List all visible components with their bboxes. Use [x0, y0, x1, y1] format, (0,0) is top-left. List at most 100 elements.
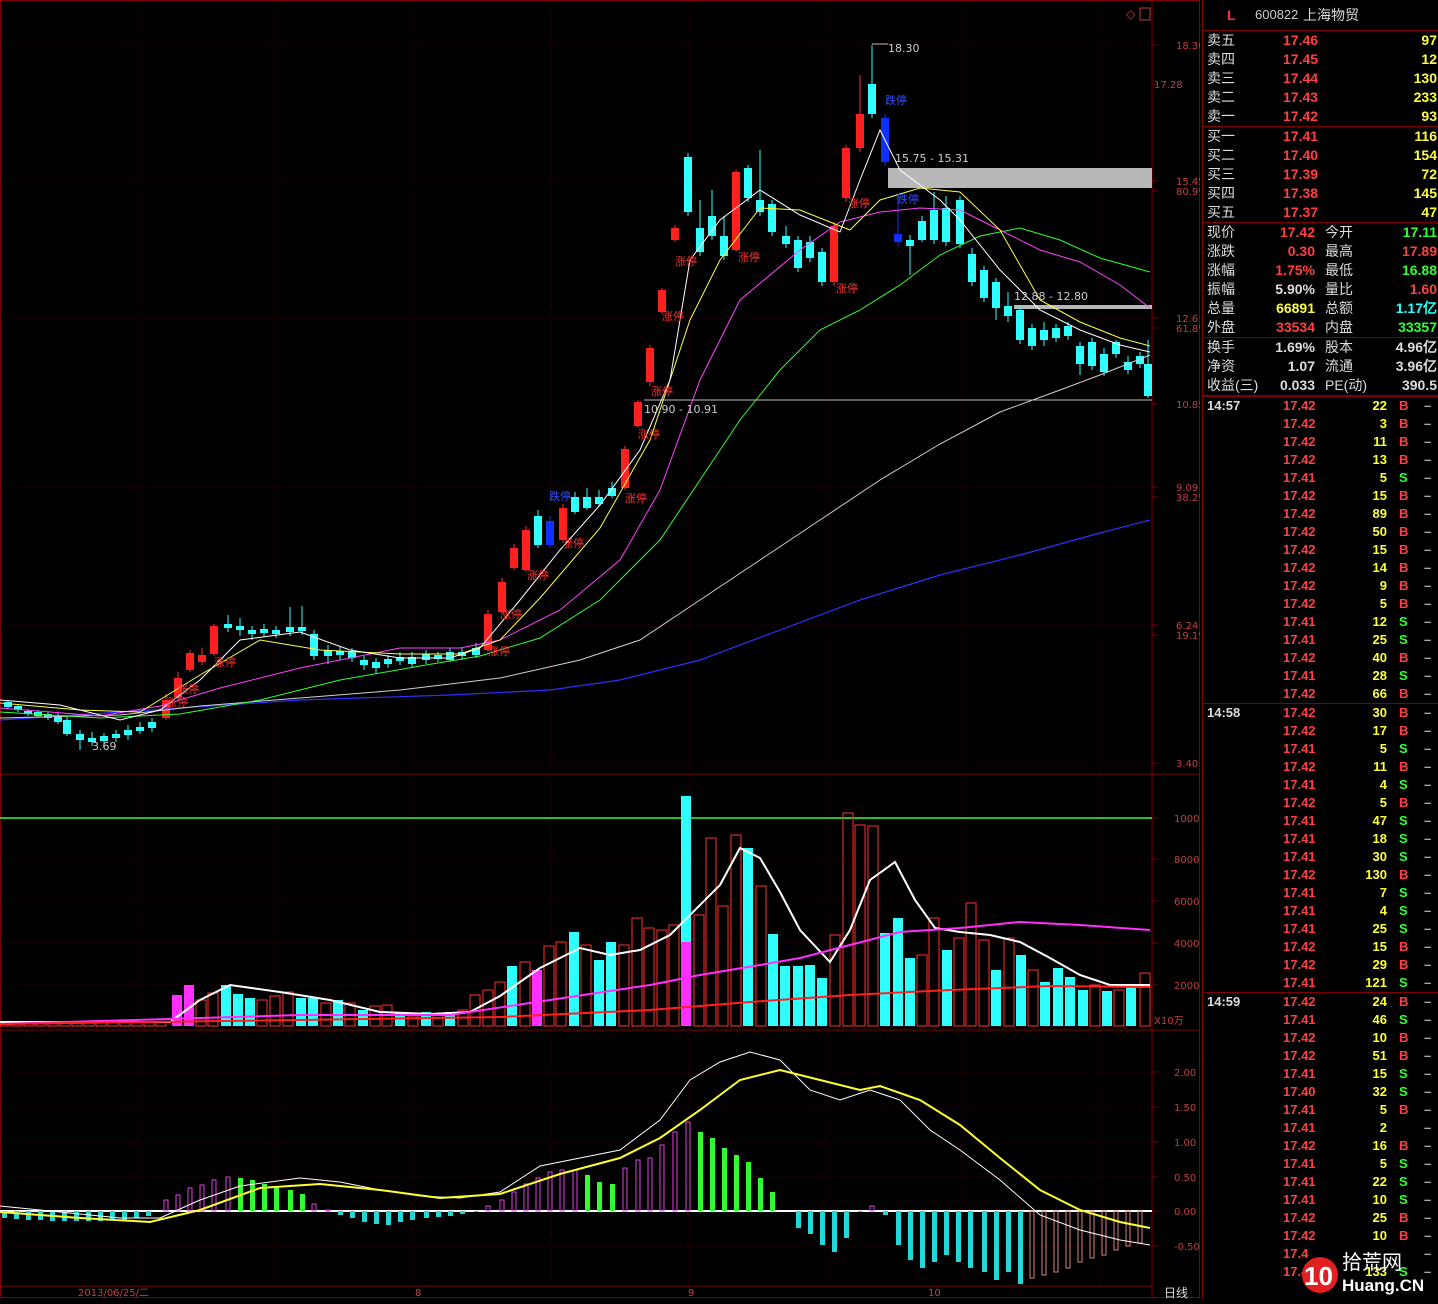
stock-name[interactable]: 上海物贸	[1303, 0, 1359, 30]
tick-dash: –	[1424, 560, 1432, 575]
stat-value-2: 1.17亿	[1395, 300, 1437, 316]
tick-row: 17.41 22 S –	[1203, 1173, 1438, 1191]
month-label: 10	[928, 1288, 941, 1299]
tick-side: B	[1399, 867, 1409, 882]
tick-price: 17.42	[1283, 416, 1316, 431]
tick-price: 17.41	[1283, 1156, 1316, 1171]
candle-body	[1052, 328, 1060, 338]
sell-price: 17.46	[1283, 32, 1319, 48]
tick-price: 17.42	[1283, 1030, 1316, 1045]
tick-row: 17.41 5 S –	[1203, 740, 1438, 758]
logo-text-en: Huang.CN	[1342, 1276, 1424, 1295]
macd-bar	[448, 1211, 453, 1216]
sell-row: 卖四 17.45 12	[1203, 50, 1438, 69]
candle-body	[634, 402, 642, 426]
kline-chart-area[interactable]: 18.3017.2815.4580.9%12.6161.8%10.859.093…	[0, 0, 1200, 1299]
sell-volume: 93	[1421, 108, 1437, 124]
tick-row: 17.41 5 B –	[1203, 1101, 1438, 1119]
stat-label-2: 最高	[1325, 243, 1353, 259]
macd-bar	[758, 1178, 763, 1211]
tick-list[interactable]: 14:57 17.42 22 B –17.42 3 B –17.42 11 B –17.42 13 B –…	[1203, 396, 1438, 1281]
stats-section: 现价 17.42 今开 17.11 涨跌 0.30 最高 17.89 涨幅 1.75% 最低 16.8…	[1203, 223, 1438, 338]
tick-volume: 28	[1372, 668, 1387, 683]
tick-row: 17.42 15 B –	[1203, 541, 1438, 559]
tick-row: 17.42 15 B –	[1203, 487, 1438, 505]
stat-label: 换手	[1207, 339, 1235, 355]
tick-volume: 13	[1372, 452, 1387, 467]
tick-volume: 89	[1372, 506, 1387, 521]
candle-body	[782, 236, 790, 244]
tick-row: 17.41 25 S –	[1203, 920, 1438, 938]
stat-value: 33534	[1276, 319, 1315, 335]
candle-body	[422, 654, 430, 660]
watermark-logo: 10 拾荒网 Huang.CN	[1298, 1245, 1438, 1299]
chart-annotation: 涨停	[738, 250, 760, 264]
stock-chart[interactable]: 18.3017.2815.4580.9%12.6161.8%10.859.093…	[0, 0, 1200, 1299]
volume-bar	[494, 981, 506, 1027]
volume-bar	[308, 998, 318, 1026]
volume-bar	[978, 939, 990, 1027]
candle-body	[76, 734, 84, 740]
stat-row: 外盘 33534 内盘 33357	[1203, 318, 1438, 337]
candle-body	[1040, 330, 1048, 340]
tick-volume: 9	[1379, 578, 1387, 593]
macd-bar	[796, 1211, 801, 1228]
tick-volume: 10	[1372, 1228, 1387, 1243]
tick-volume: 32	[1372, 1084, 1387, 1099]
stat-label-2: PE(动)	[1325, 377, 1367, 393]
buy-volume: 72	[1421, 166, 1437, 182]
macd-bar	[896, 1211, 901, 1245]
tick-dash: –	[1424, 921, 1432, 936]
tick-volume: 25	[1372, 1210, 1387, 1225]
tick-price: 17.41	[1283, 1120, 1316, 1135]
tick-side: B	[1399, 434, 1409, 449]
tick-volume: 25	[1372, 921, 1387, 936]
buy-row: 买三 17.39 72	[1203, 165, 1438, 184]
tick-price: 17.42	[1283, 795, 1316, 810]
stock-code[interactable]: 600822	[1255, 0, 1298, 30]
tick-dash: –	[1424, 975, 1432, 990]
tick-row: 17.42 130 B –	[1203, 866, 1438, 884]
stat-label-2: 今开	[1325, 224, 1353, 240]
macd-bar	[585, 1175, 590, 1211]
stat-row: 振幅 5.90% 量比 1.60	[1203, 280, 1438, 299]
macd-bar	[288, 1190, 293, 1211]
macd-bar	[74, 1211, 79, 1221]
buy-row: 买四 17.38 145	[1203, 184, 1438, 203]
tick-row: 17.42 51 B –	[1203, 1047, 1438, 1065]
chart-annotation: 跌停	[549, 489, 571, 503]
tick-side: S	[1399, 849, 1408, 864]
tick-price: 17.41	[1283, 849, 1316, 864]
buy-level-label: 买五	[1207, 204, 1235, 220]
macd-bar	[386, 1211, 391, 1225]
candle-body	[1100, 354, 1108, 372]
volume-bar	[1113, 989, 1125, 1027]
buy-row: 买一 17.41 116	[1203, 127, 1438, 146]
macd-bar	[535, 1177, 541, 1212]
macd-bar	[559, 1169, 565, 1212]
stat-row: 净资 1.07 流通 3.96亿	[1203, 357, 1438, 376]
stat-row: 收益(三) 0.033 PE(动) 390.5	[1203, 376, 1438, 395]
candle-body	[720, 236, 728, 256]
chart-annotation: 涨停	[500, 607, 522, 621]
macd-axis-label: 1.00	[1174, 1138, 1196, 1149]
tick-volume: 10	[1372, 1192, 1387, 1207]
tick-price: 17.41	[1283, 614, 1316, 629]
macd-bar	[274, 1186, 279, 1211]
tick-side: B	[1399, 939, 1409, 954]
tick-volume: 15	[1372, 542, 1387, 557]
buy-level-label: 买二	[1207, 147, 1235, 163]
tick-side: B	[1399, 994, 1409, 1009]
tick-volume: 3	[1379, 416, 1387, 431]
tick-volume: 24	[1372, 994, 1387, 1009]
ma10-line	[0, 187, 1151, 713]
tick-dash: –	[1424, 542, 1432, 557]
stat-label-2: 股本	[1325, 339, 1353, 355]
volume-bar	[358, 1010, 368, 1026]
tick-side: B	[1399, 686, 1409, 701]
chart-annotation: 10.90 - 10.91	[644, 403, 718, 416]
tick-dash: –	[1424, 1138, 1432, 1153]
tick-side: S	[1399, 1174, 1408, 1189]
ma20-line	[0, 207, 1151, 717]
candle-body	[522, 530, 530, 570]
